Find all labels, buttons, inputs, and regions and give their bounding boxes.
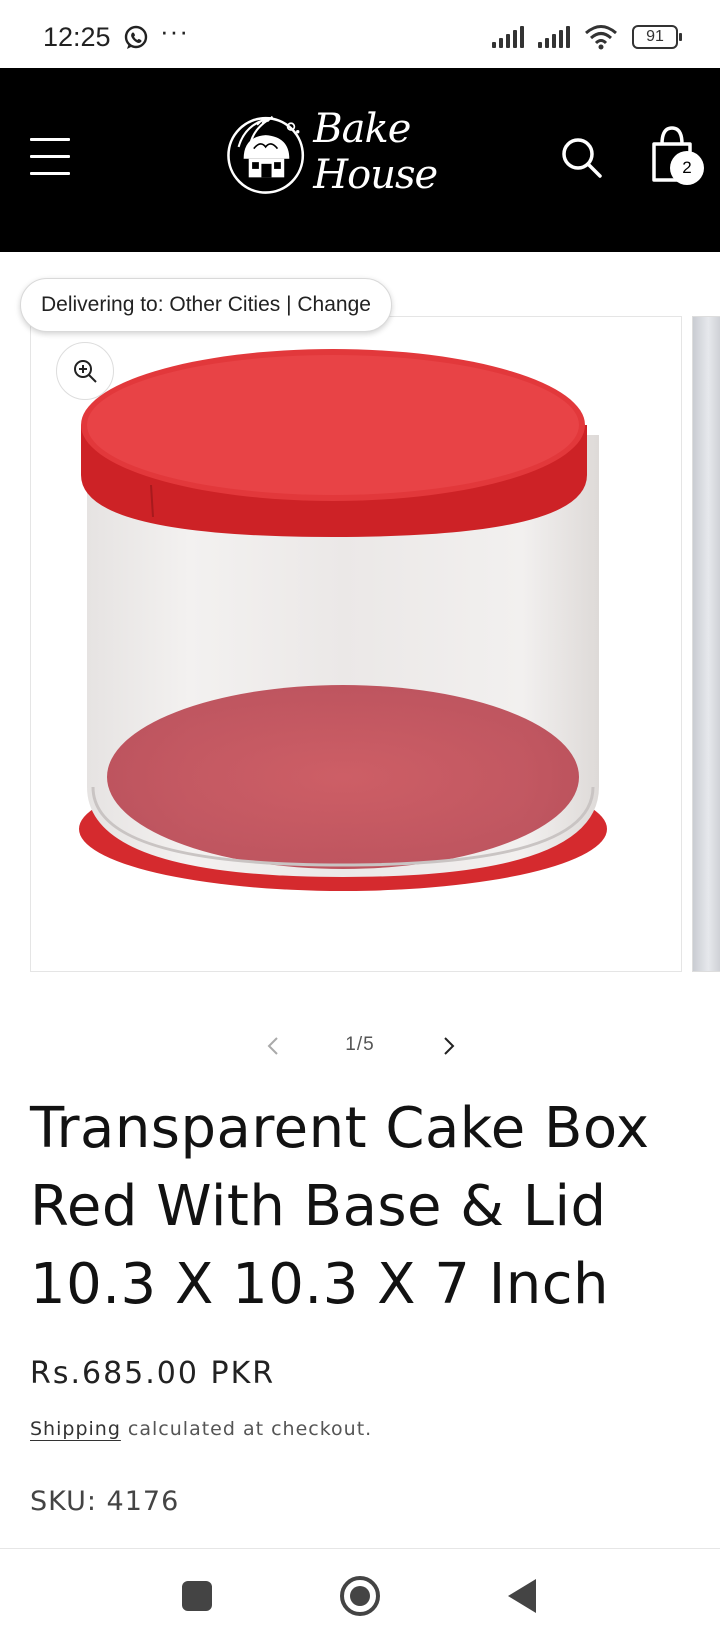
more-notifications-icon: ···: [160, 16, 189, 46]
system-nav-bar: [0, 1548, 720, 1640]
zoom-in-icon[interactable]: [56, 342, 114, 400]
signal-icon-2: [538, 26, 570, 48]
status-time: 12:25: [43, 22, 111, 52]
delivery-location-button[interactable]: Delivering to: Other Cities | Change: [20, 278, 392, 332]
wifi-icon: [585, 25, 617, 50]
whatsapp-icon: [124, 25, 148, 49]
product-image[interactable]: [30, 316, 682, 972]
chevron-right-icon[interactable]: [436, 1034, 460, 1058]
slide-counter: 1/5: [345, 1034, 375, 1055]
shipping-link[interactable]: Shipping: [30, 1418, 121, 1440]
signal-icon: [492, 26, 524, 48]
recent-apps-icon[interactable]: [182, 1581, 212, 1611]
product-price: Rs.685.00 PKR: [30, 1356, 276, 1391]
gallery-slider-controls: 1/5: [0, 1026, 720, 1066]
shipping-info: Shipping calculated at checkout.: [30, 1418, 372, 1440]
shipping-suffix: calculated at checkout.: [120, 1418, 373, 1440]
home-icon[interactable]: [340, 1576, 380, 1616]
product-sku: SKU: 4176: [30, 1486, 180, 1517]
menu-icon[interactable]: [30, 138, 70, 175]
status-indicators: 91: [492, 24, 682, 50]
logo-text: Bake House: [313, 106, 438, 198]
back-icon[interactable]: [508, 1579, 536, 1613]
site-header: Bake House 2: [0, 68, 720, 252]
battery-icon: 91: [632, 25, 682, 49]
product-title: Transparent Cake Box Red With Base & Lid…: [30, 1096, 650, 1317]
search-icon[interactable]: [560, 136, 604, 180]
cart-count-badge[interactable]: 2: [670, 151, 704, 185]
next-image-preview[interactable]: [692, 316, 720, 972]
battery-level: 91: [646, 28, 664, 45]
bake-house-logo[interactable]: Bake House: [220, 96, 510, 208]
chevron-left-icon[interactable]: [262, 1034, 286, 1058]
logo-emblem-icon: [227, 115, 305, 194]
cake-box-image: [79, 349, 607, 891]
status-bar: 12:25 ··· 91: [0, 0, 720, 68]
